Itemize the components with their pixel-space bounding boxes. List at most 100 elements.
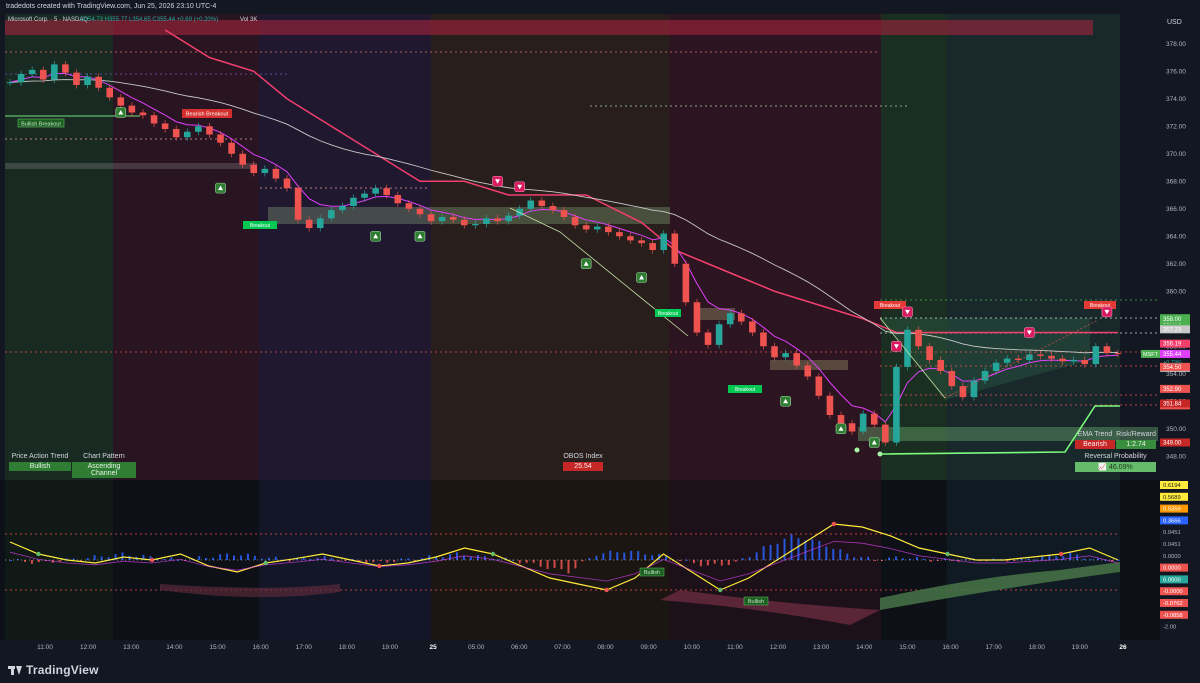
candle (682, 260, 690, 306)
time-tick: 18:00 (1029, 644, 1046, 651)
time-tick: 07:00 (554, 644, 571, 651)
volume-label: Vol 3K (240, 17, 257, 23)
price-tick: 374.00 (1166, 96, 1186, 103)
osc-bar (623, 552, 626, 560)
osc-bar (100, 556, 103, 560)
footer: TradingView (0, 655, 1200, 683)
svg-text:Breakout: Breakout (250, 223, 271, 229)
osc-bar (553, 560, 556, 568)
osc-bar (86, 558, 89, 560)
osc-dot (718, 587, 723, 593)
time-tick: 09:00 (641, 644, 658, 651)
osc-bar (574, 560, 577, 569)
osc-dot (263, 560, 268, 566)
osc-bar (1118, 559, 1120, 561)
zone-bear-2 (669, 14, 881, 480)
svg-text:0.6194: 0.6194 (1163, 483, 1182, 489)
time-tick: 10:00 (684, 644, 701, 651)
chart-canvas[interactable]: Bullish Breakout Bearish Breakout Breako… (0, 0, 1200, 655)
svg-text:Bullish: Bullish (748, 599, 764, 605)
osc-bar (497, 559, 500, 561)
osc-bar (769, 544, 772, 560)
price-tick: 348.00 (1166, 453, 1186, 460)
osc-tick: 0.0000 (1163, 554, 1181, 560)
level-tag: 357.23 (1160, 325, 1190, 334)
currency-label: USD (1167, 19, 1182, 26)
price-tick: 370.00 (1166, 151, 1186, 158)
osc-tick: 0.0451 (1163, 530, 1181, 536)
last-change: +0.79% (1163, 360, 1182, 366)
osc-tick: 0.0000 (1160, 563, 1188, 572)
osc-bar (839, 549, 842, 560)
osc-bar (1069, 552, 1072, 560)
ema-trend-header: EMA Trend (1077, 431, 1113, 438)
level-tag: 351.84 (1160, 399, 1190, 408)
osc-dot (490, 551, 496, 557)
osc-dot (36, 551, 41, 557)
osc-bar (804, 540, 807, 560)
price-action-trend-header: Price Action Trend (11, 453, 69, 460)
osc-bar (685, 559, 688, 561)
osc-bar (539, 560, 542, 567)
candle (815, 373, 823, 400)
svg-text:0.5689: 0.5689 (1163, 495, 1181, 501)
time-tick: 11:00 (37, 644, 53, 651)
osc-bar (37, 560, 40, 563)
osc-bar (860, 556, 863, 560)
time-tick: 26 (1119, 644, 1127, 651)
symbol-line: Microsoft Corp. · 5 · NASDAQ (8, 17, 88, 23)
osc-bar (874, 560, 877, 561)
ema-trend-value: Bearish (1075, 440, 1115, 449)
sell-signal-icon (1024, 327, 1035, 338)
time-tick: 13:00 (123, 644, 140, 651)
svg-text:0.3666: 0.3666 (1163, 518, 1181, 524)
osc-bar (637, 551, 640, 560)
osc-bar (226, 553, 229, 560)
risk-reward-value: 1:2.74 (1116, 440, 1156, 449)
price-tick: 350.00 (1166, 426, 1186, 433)
bearish-breakout-label: Bearish Breakout (182, 109, 232, 118)
osc-bar (205, 557, 208, 560)
reversal-probability-table: Reversal Probability 📈 46.09% (1075, 453, 1156, 472)
osc-bar (922, 558, 925, 560)
osc-bar (595, 555, 598, 560)
osc-bar (748, 557, 751, 560)
osc-bar (818, 540, 821, 560)
candle (826, 392, 834, 419)
osc-bar (1034, 559, 1037, 561)
osc-bar (609, 550, 612, 560)
time-tick: 06:00 (511, 644, 528, 651)
candle (1092, 342, 1100, 368)
tradingview-logo[interactable]: TradingView (8, 663, 99, 677)
osc-bar (93, 555, 96, 560)
obos-index-table: OBOS Index 25.54 (563, 453, 603, 471)
buy-signal-icon (580, 258, 592, 270)
svg-text:Bullish: Bullish (644, 570, 660, 576)
svg-text:0.0000: 0.0000 (1163, 566, 1181, 572)
osc-bar (630, 550, 633, 560)
svg-text:358.00: 358.00 (1163, 317, 1182, 323)
buy-signal-icon (835, 423, 847, 435)
osc-bar (212, 557, 215, 560)
breakout-small-label: Breakout (728, 385, 762, 393)
time-tick: 19:00 (382, 644, 399, 651)
price-tick: 372.00 (1166, 123, 1186, 130)
obos-index-header: OBOS Index (563, 453, 603, 460)
zone-purple (259, 14, 431, 480)
chart-icon: 📈 (1098, 464, 1107, 471)
candle (715, 320, 723, 349)
time-axis[interactable]: 11:00 12:00 13:00 14:00 15:00 16:00 17:00 18:00… (37, 644, 1127, 651)
svg-text:-0.0000: -0.0000 (1163, 589, 1183, 595)
svg-text:0.0451: 0.0451 (1163, 542, 1181, 548)
osc-tick: 0.3666 (1160, 516, 1188, 525)
osc-bar (915, 556, 918, 560)
svg-text:Bearish Breakout: Bearish Breakout (186, 112, 229, 118)
svg-text:0.0000: 0.0000 (1163, 554, 1181, 560)
zone-teal (947, 14, 1120, 480)
time-tick: 15:00 (209, 644, 226, 651)
osc-tick: 0.5359 (1160, 504, 1188, 513)
buy-signal-icon (115, 107, 127, 118)
osc-bar (734, 560, 737, 562)
svg-text:0.0451: 0.0451 (1163, 530, 1181, 536)
osc-bar (699, 560, 702, 567)
